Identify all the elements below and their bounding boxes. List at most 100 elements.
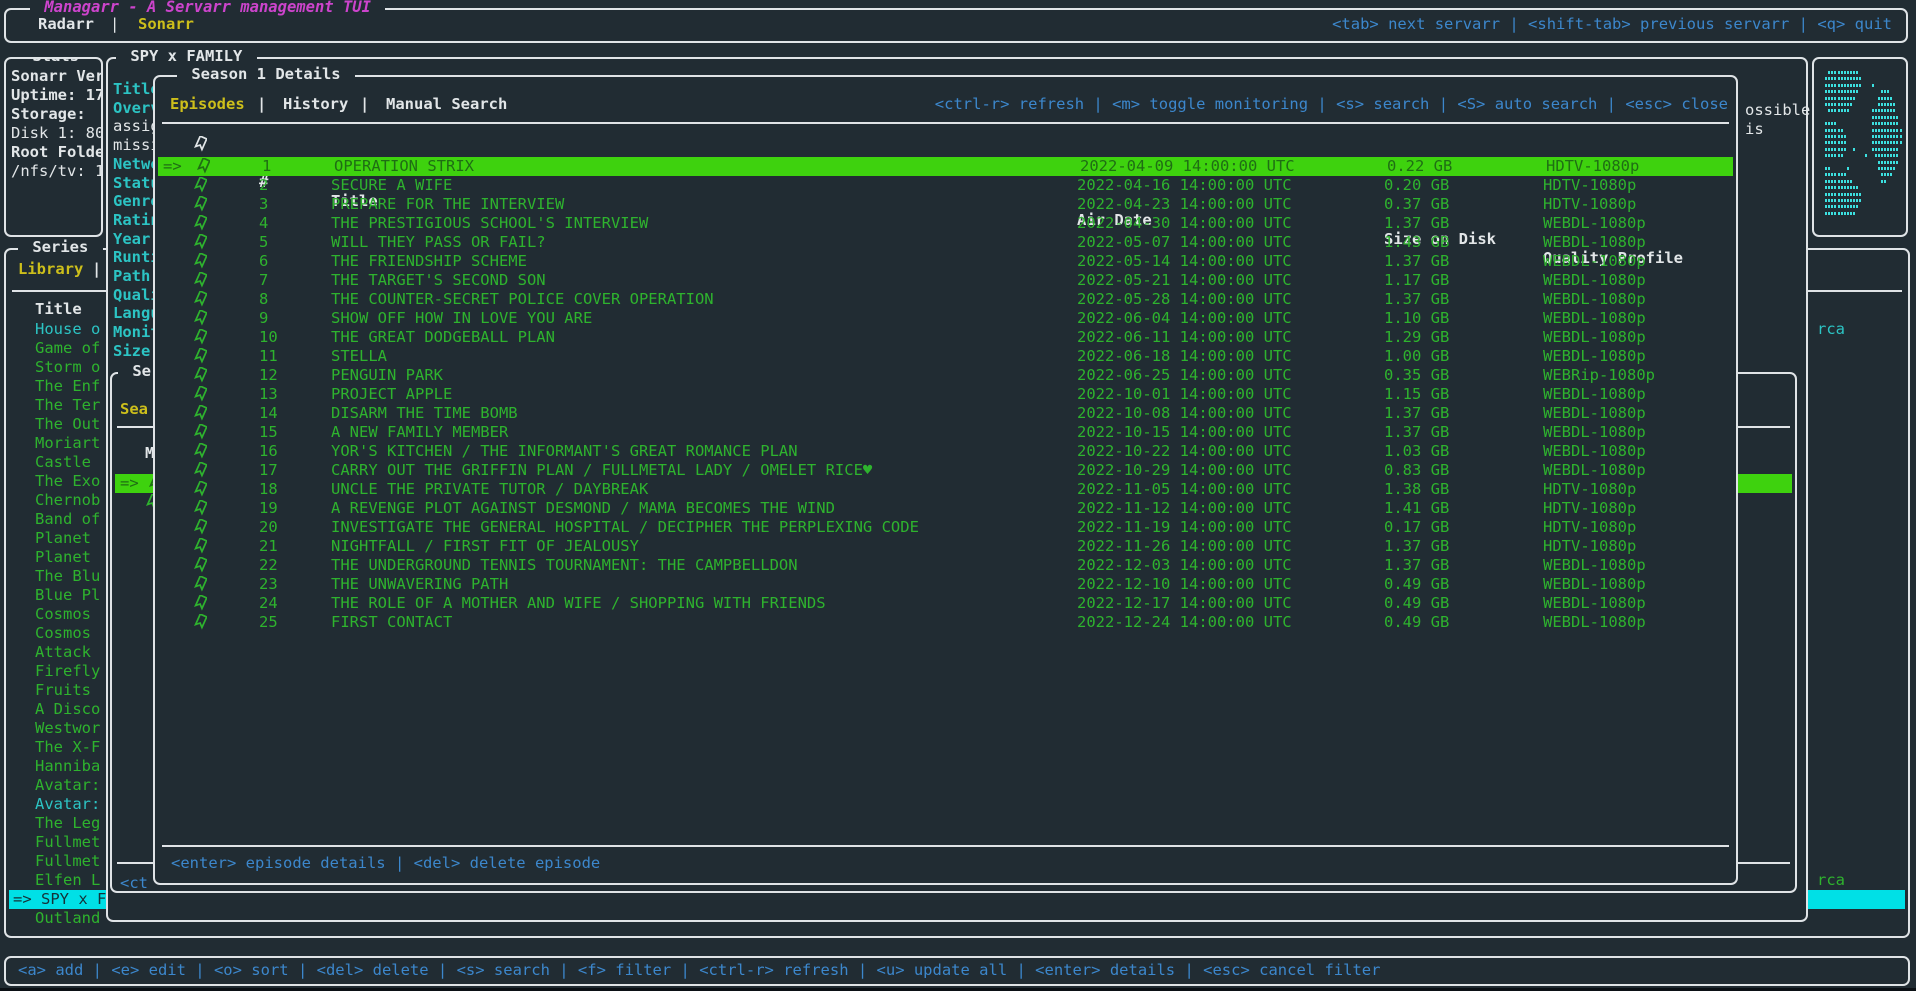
episode-title: THE UNWAVERING PATH bbox=[331, 575, 1071, 594]
bookmark-icon bbox=[193, 234, 207, 250]
episode-row[interactable]: 14DISARM THE TIME BOMB2022-10-08 14:00:0… bbox=[155, 404, 1736, 423]
episode-size: 1.37 GB bbox=[1384, 290, 1449, 309]
episode-size: 1.37 GB bbox=[1384, 556, 1449, 575]
episode-title: THE PRESTIGIOUS SCHOOL'S INTERVIEW bbox=[331, 214, 1071, 233]
episode-number: 14 bbox=[259, 404, 278, 423]
episode-quality: WEBDL-1080p bbox=[1543, 290, 1646, 309]
episode-row[interactable]: 12PENGUIN PARK2022-06-25 14:00:00 UTC0.3… bbox=[155, 366, 1736, 385]
episode-air-date: 2022-12-24 14:00:00 UTC bbox=[1077, 613, 1292, 632]
episode-air-date: 2022-06-04 14:00:00 UTC bbox=[1077, 309, 1292, 328]
episode-quality: HDTV-1080p bbox=[1543, 480, 1636, 499]
episode-size: 0.17 GB bbox=[1384, 518, 1449, 537]
episode-row[interactable]: 6THE FRIENDSHIP SCHEME2022-05-14 14:00:0… bbox=[155, 252, 1736, 271]
library-item-label: Avatar: bbox=[35, 776, 100, 795]
episode-row[interactable]: 17CARRY OUT THE GRIFFIN PLAN / FULLMETAL… bbox=[155, 461, 1736, 480]
episode-row[interactable]: 2SECURE A WIFE2022-04-16 14:00:00 UTC0.2… bbox=[155, 176, 1736, 195]
library-item-label: The X-F bbox=[35, 738, 100, 757]
stats-line: /nfs/tv: 1 bbox=[11, 162, 103, 181]
episode-row[interactable]: 9SHOW OFF HOW IN LOVE YOU ARE2022-06-04 … bbox=[155, 309, 1736, 328]
episode-row[interactable]: 4THE PRESTIGIOUS SCHOOL'S INTERVIEW2022-… bbox=[155, 214, 1736, 233]
library-right-cell: rca bbox=[1817, 871, 1845, 890]
episode-title: STELLA bbox=[331, 347, 1071, 366]
episode-row[interactable]: 25FIRST CONTACT2022-12-24 14:00:00 UTC0.… bbox=[155, 613, 1736, 632]
episode-row[interactable]: 21NIGHTFALL / FIRST FIT OF JEALOUSY2022-… bbox=[155, 537, 1736, 556]
episode-row[interactable]: 5WILL THEY PASS OR FAIL?2022-05-07 14:00… bbox=[155, 233, 1736, 252]
seasons-panel-title: Se bbox=[118, 362, 156, 381]
episode-air-date: 2022-06-25 14:00:00 UTC bbox=[1077, 366, 1292, 385]
bookmark-icon bbox=[193, 291, 207, 307]
episode-quality: HDTV-1080p bbox=[1543, 537, 1636, 556]
bookmark-icon bbox=[193, 595, 207, 611]
tab-sonarr[interactable]: Sonarr bbox=[138, 15, 194, 34]
bookmark-icon bbox=[193, 557, 207, 573]
selection-arrow: => bbox=[163, 157, 182, 176]
bookmark-icon bbox=[193, 443, 207, 459]
episode-air-date: 2022-11-19 14:00:00 UTC bbox=[1077, 518, 1292, 537]
tab-episodes[interactable]: Episodes bbox=[170, 95, 245, 114]
tab-radarr[interactable]: Radarr bbox=[38, 15, 94, 34]
tab-seasons[interactable]: Sea bbox=[120, 400, 148, 419]
episode-row[interactable]: 16YOR'S KITCHEN / THE INFORMANT'S GREAT … bbox=[155, 442, 1736, 461]
episode-row[interactable]: =>1OPERATION STRIX2022-04-09 14:00:00 UT… bbox=[158, 157, 1733, 176]
episode-air-date: 2022-04-23 14:00:00 UTC bbox=[1077, 195, 1292, 214]
episode-air-date: 2022-04-09 14:00:00 UTC bbox=[1080, 157, 1295, 176]
episode-air-date: 2022-10-15 14:00:00 UTC bbox=[1077, 423, 1292, 442]
episode-quality: WEBDL-1080p bbox=[1543, 575, 1646, 594]
episode-air-date: 2022-05-14 14:00:00 UTC bbox=[1077, 252, 1292, 271]
episode-number: 16 bbox=[259, 442, 278, 461]
episode-size: 1.10 GB bbox=[1384, 309, 1449, 328]
episode-row[interactable]: 8THE COUNTER-SECRET POLICE COVER OPERATI… bbox=[155, 290, 1736, 309]
episode-row[interactable]: 15A NEW FAMILY MEMBER2022-10-15 14:00:00… bbox=[155, 423, 1736, 442]
episode-row[interactable]: 19A REVENGE PLOT AGAINST DESMOND / MAMA … bbox=[155, 499, 1736, 518]
episode-row[interactable]: 13PROJECT APPLE2022-10-01 14:00:00 UTC1.… bbox=[155, 385, 1736, 404]
stats-line: Sonarr Ver bbox=[11, 67, 103, 86]
series-field-label: Size bbox=[113, 342, 150, 361]
episode-row[interactable]: 18UNCLE THE PRIVATE TUTOR / DAYBREAK2022… bbox=[155, 480, 1736, 499]
episode-air-date: 2022-04-16 14:00:00 UTC bbox=[1077, 176, 1292, 195]
tab-library[interactable]: Library bbox=[18, 260, 83, 279]
episode-air-date: 2022-05-21 14:00:00 UTC bbox=[1077, 271, 1292, 290]
episode-row[interactable]: 10THE GREAT DODGEBALL PLAN2022-06-11 14:… bbox=[155, 328, 1736, 347]
episode-number: 12 bbox=[259, 366, 278, 385]
library-item-label: Moriart bbox=[35, 434, 100, 453]
library-item-label: Cosmos bbox=[35, 624, 91, 643]
bookmark-icon bbox=[193, 519, 207, 535]
tab-history[interactable]: History bbox=[283, 95, 348, 114]
episode-row[interactable]: 7THE TARGET'S SECOND SON2022-05-21 14:00… bbox=[155, 271, 1736, 290]
episode-air-date: 2022-12-03 14:00:00 UTC bbox=[1077, 556, 1292, 575]
bookmark-icon bbox=[193, 424, 207, 440]
tab-manual-search[interactable]: Manual Search bbox=[386, 95, 507, 114]
episode-row[interactable]: 23THE UNWAVERING PATH2022-12-10 14:00:00… bbox=[155, 575, 1736, 594]
bookmark-icon bbox=[193, 196, 207, 212]
bookmark-icon bbox=[193, 215, 207, 231]
library-tab-separator: | bbox=[92, 260, 101, 279]
stats-panel-title: Stats bbox=[18, 57, 93, 66]
modal-tab-separator-2: | bbox=[360, 95, 369, 114]
episode-number: 13 bbox=[259, 385, 278, 404]
bookmark-icon bbox=[193, 310, 207, 326]
episode-number: 18 bbox=[259, 480, 278, 499]
episode-row[interactable]: 11STELLA2022-06-18 14:00:00 UTC1.00 GBWE… bbox=[155, 347, 1736, 366]
episode-quality: WEBDL-1080p bbox=[1543, 556, 1646, 575]
episode-size: 0.35 GB bbox=[1384, 366, 1449, 385]
episode-row[interactable]: 22THE UNDERGROUND TENNIS TOURNAMENT: THE… bbox=[155, 556, 1736, 575]
episode-title: SHOW OFF HOW IN LOVE YOU ARE bbox=[331, 309, 1071, 328]
episode-number: 11 bbox=[259, 347, 278, 366]
library-item-label: The Blu bbox=[35, 567, 100, 586]
library-item-label: The Ter bbox=[35, 396, 100, 415]
library-item-label: Castle bbox=[35, 453, 91, 472]
episode-size: 1.37 GB bbox=[1384, 404, 1449, 423]
episode-table-header: # Title Air Date Size on Disk Quality Pr… bbox=[155, 135, 1736, 154]
stats-line: Storage: bbox=[11, 105, 86, 124]
episode-row[interactable]: 24THE ROLE OF A MOTHER AND WIFE / SHOPPI… bbox=[155, 594, 1736, 613]
episode-number: 21 bbox=[259, 537, 278, 556]
bookmark-icon bbox=[193, 253, 207, 269]
episode-air-date: 2022-10-08 14:00:00 UTC bbox=[1077, 404, 1292, 423]
library-item-label: => SPY x F bbox=[13, 890, 106, 909]
episode-title: OPERATION STRIX bbox=[334, 157, 1074, 176]
modal-tabs-divider bbox=[162, 122, 1729, 124]
episode-quality: WEBDL-1080p bbox=[1543, 328, 1646, 347]
episode-quality: WEBDL-1080p bbox=[1543, 404, 1646, 423]
episode-row[interactable]: 3PREPARE FOR THE INTERVIEW2022-04-23 14:… bbox=[155, 195, 1736, 214]
episode-row[interactable]: 20INVESTIGATE THE GENERAL HOSPITAL / DEC… bbox=[155, 518, 1736, 537]
